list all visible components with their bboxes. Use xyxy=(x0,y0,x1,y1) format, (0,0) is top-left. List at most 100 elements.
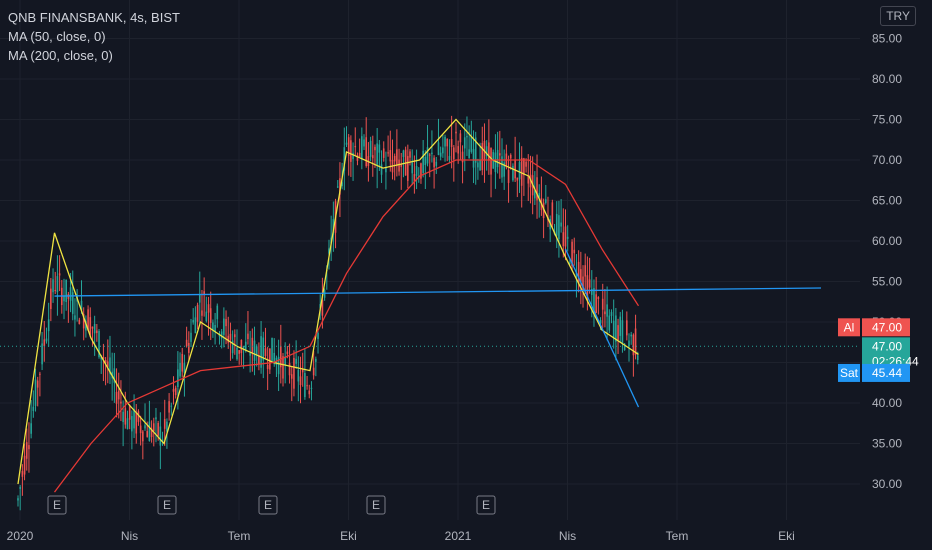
candle-body xyxy=(32,406,35,411)
candle-body xyxy=(354,145,357,148)
candle-body xyxy=(69,287,72,301)
candle-body xyxy=(28,445,30,450)
candle-body xyxy=(78,319,81,325)
candle-body xyxy=(544,199,547,203)
trendline-1 xyxy=(54,287,822,297)
candle-body xyxy=(223,318,225,335)
candle-body xyxy=(65,279,67,303)
candle-body xyxy=(479,159,481,171)
candle-body xyxy=(225,319,227,327)
candle-body xyxy=(312,367,315,376)
candle-body xyxy=(463,137,466,149)
candle-body xyxy=(290,374,293,379)
symbol-title[interactable]: QNB FINANSBANK, 4s, BIST xyxy=(8,8,180,27)
candle-body xyxy=(282,356,284,379)
candle-body xyxy=(146,431,149,437)
candle-body xyxy=(47,319,50,332)
candle-body xyxy=(564,226,567,247)
candle-body xyxy=(630,334,632,337)
ma50-line xyxy=(17,118,639,485)
candle-body xyxy=(128,405,131,420)
candle-body xyxy=(481,142,484,171)
candle-body xyxy=(424,156,427,165)
candle-body xyxy=(304,372,306,398)
candle-body xyxy=(389,150,392,162)
candle-body xyxy=(216,305,219,320)
earnings-marker[interactable]: E xyxy=(366,495,386,515)
candle-body xyxy=(56,276,59,293)
earnings-marker[interactable]: E xyxy=(476,495,496,515)
candle-body xyxy=(157,423,159,436)
candle-body xyxy=(234,334,236,338)
chart-grid xyxy=(0,0,860,520)
bid-tag-value: 45.44 xyxy=(872,366,902,380)
candle-body xyxy=(512,165,514,181)
candle-body xyxy=(179,363,181,377)
candle-body xyxy=(569,262,571,264)
candle-body xyxy=(435,161,438,166)
candle-body xyxy=(365,137,368,167)
candle-body xyxy=(196,304,199,322)
candle-body xyxy=(573,249,576,254)
candle-body xyxy=(236,347,238,360)
ma200-line xyxy=(53,159,640,493)
candle-body xyxy=(509,154,512,159)
candle-body xyxy=(122,411,124,423)
earnings-marker[interactable]: E xyxy=(258,495,278,515)
candle-body xyxy=(415,166,418,176)
candle-body xyxy=(466,136,468,138)
candle-body xyxy=(453,147,455,160)
x-tick-label: Eki xyxy=(340,529,357,543)
candle-body xyxy=(188,342,190,353)
candle-body xyxy=(293,357,295,389)
currency-badge[interactable]: TRY xyxy=(880,6,916,26)
candle-body xyxy=(632,334,635,356)
ma200-legend[interactable]: MA (200, close, 0) xyxy=(8,46,180,65)
candle-body xyxy=(41,343,43,365)
candle-body xyxy=(286,351,289,354)
candle-body xyxy=(472,149,475,168)
candle-body xyxy=(369,140,372,157)
candle-body xyxy=(595,294,597,313)
candle-body xyxy=(584,265,587,277)
candle-body xyxy=(74,315,76,320)
candle-body xyxy=(315,358,317,362)
candle-body xyxy=(227,335,230,343)
candle-body xyxy=(17,498,19,501)
ma50-legend[interactable]: MA (50, close, 0) xyxy=(8,27,180,46)
candle-body xyxy=(634,328,637,355)
earnings-marker-label: E xyxy=(163,498,171,512)
candle-body xyxy=(499,153,501,156)
candle-body xyxy=(387,152,389,154)
candle-body xyxy=(380,164,383,175)
candles xyxy=(17,115,639,511)
candle-body xyxy=(152,423,155,432)
earnings-marker[interactable]: E xyxy=(157,495,177,515)
earnings-marker[interactable]: E xyxy=(47,495,67,515)
candle-body xyxy=(457,146,459,154)
price-chart[interactable]: EEEEE 30.0035.0040.0045.0050.0055.0060.0… xyxy=(0,0,932,550)
candle-body xyxy=(562,232,565,247)
candle-body xyxy=(555,213,558,236)
candle-body xyxy=(398,159,400,172)
candle-body xyxy=(177,369,179,388)
candle-body xyxy=(490,148,492,175)
candle-body xyxy=(459,133,462,143)
candle-body xyxy=(91,326,94,329)
candle-body xyxy=(376,143,378,165)
candle-body xyxy=(52,279,54,293)
candle-body xyxy=(295,358,297,364)
candle-body xyxy=(266,364,269,369)
candle-body xyxy=(135,412,138,434)
candle-body xyxy=(301,369,304,373)
time-axis: 2020 Nis Tem Eki 2021 Nis Tem Eki xyxy=(7,529,795,543)
candle-body xyxy=(205,311,208,322)
last-price-value: 47.00 xyxy=(872,339,902,353)
candle-body xyxy=(271,337,273,361)
candle-body xyxy=(251,337,254,353)
candle-body xyxy=(477,162,479,168)
price-tags: Al 47.0047.0002:26:44Sat 45.44 xyxy=(838,318,919,382)
x-tick-label: Tem xyxy=(228,529,251,543)
candle-body xyxy=(433,157,435,168)
candle-body xyxy=(488,142,490,161)
